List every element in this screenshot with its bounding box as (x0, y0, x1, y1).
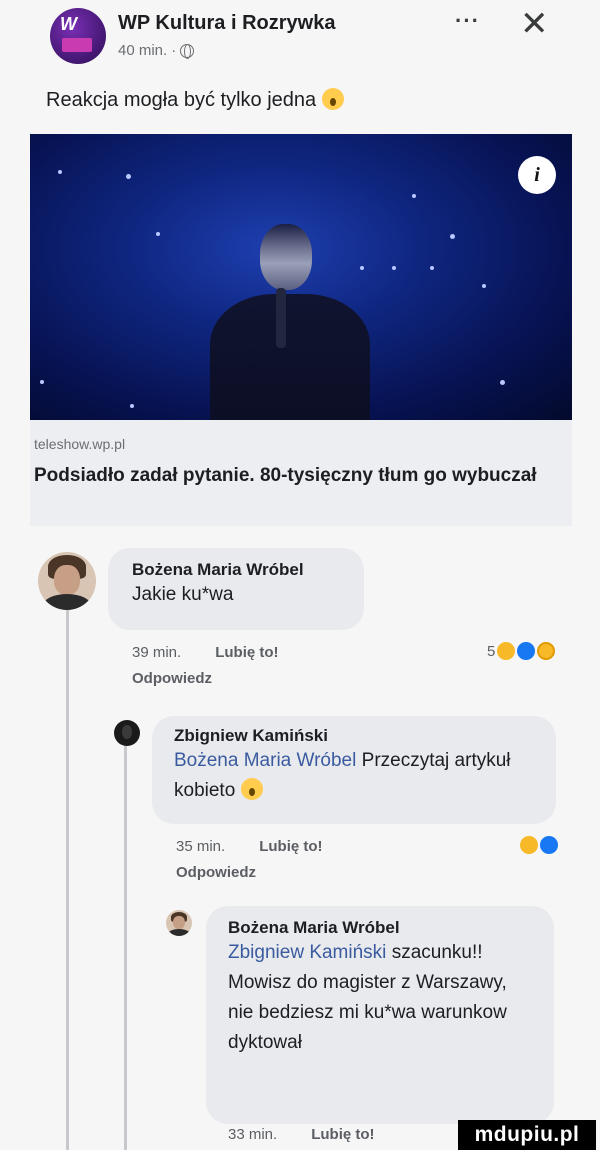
comment-text: Jakie ku*wa (132, 584, 234, 605)
singer-figure (210, 214, 370, 420)
wp-logo-icon: W (60, 14, 77, 34)
comment-author[interactable]: Zbigniew Kamiński (174, 726, 534, 746)
stage-light (40, 380, 44, 384)
comment-author[interactable]: Bożena Maria Wróbel (132, 560, 340, 580)
page-name[interactable]: WP Kultura i Rozrywka (118, 12, 335, 35)
reaction-count: 5 (487, 642, 496, 660)
link-preview-card[interactable]: i teleshow.wp.pl Podsiadło zadał pytanie… (30, 134, 572, 526)
like-button[interactable]: Lubię to! (215, 644, 278, 661)
info-icon[interactable]: i (518, 156, 556, 194)
post-text: Reakcja mogła być tylko jedna (46, 88, 344, 112)
microphone-icon (276, 288, 286, 348)
stage-light (126, 174, 131, 179)
stage-light (500, 380, 505, 385)
reply-button[interactable]: Odpowiedz (132, 670, 212, 687)
comment-bubble: Bożena Maria Wróbel Zbigniew Kamiński sz… (206, 906, 554, 1124)
comment-actions: 33 min. Lubię to! (228, 1126, 375, 1143)
post-header: W WP Kultura i Rozrywka 40 min. · ··· ✕ (0, 0, 600, 80)
stage-light (130, 404, 134, 408)
post-meta: 40 min. · (118, 42, 195, 59)
surprised-emoji-icon (321, 88, 344, 110)
wow-reaction-icon (537, 642, 556, 660)
comment-bubble: Zbigniew Kamiński Bożena Maria Wróbel Pr… (152, 716, 556, 824)
like-button[interactable]: Lubię to! (311, 1126, 374, 1143)
like-reaction-icon (540, 836, 558, 854)
close-icon[interactable]: ✕ (520, 4, 549, 44)
comment-author[interactable]: Bożena Maria Wróbel (228, 918, 532, 938)
link-domain: teleshow.wp.pl (34, 436, 126, 452)
haha-reaction-icon (497, 642, 516, 660)
comment-text: Bożena Maria Wróbel Przeczytaj artykuł k… (174, 750, 511, 801)
like-button[interactable]: Lubię to! (259, 838, 322, 855)
link-title[interactable]: Podsiadło zadał pytanie. 80-tysięczny tł… (34, 460, 554, 491)
reaction-summary[interactable] (520, 836, 558, 854)
more-options-icon[interactable]: ··· (455, 8, 480, 34)
stage-light (392, 266, 396, 270)
stage-light (430, 266, 434, 270)
thread-line (124, 745, 127, 1150)
reaction-summary[interactable]: 5 (487, 642, 556, 660)
comment-time[interactable]: 39 min. (132, 644, 181, 661)
stage-light (450, 234, 455, 239)
stage-light (58, 170, 62, 174)
haha-reaction-icon (520, 836, 538, 854)
link-preview-image[interactable]: i (30, 134, 572, 420)
laughing-emoji-icon (240, 778, 263, 800)
logo-badge-icon (62, 38, 92, 52)
stage-light (412, 194, 416, 198)
avatar[interactable] (114, 720, 140, 746)
page-avatar[interactable]: W (50, 8, 106, 64)
watermark-logo: mdupiu.pl (458, 1120, 596, 1150)
comment-actions: 39 min. Lubię to! (132, 644, 279, 661)
avatar[interactable] (38, 552, 96, 610)
mention-link[interactable]: Zbigniew Kamiński (228, 942, 386, 963)
like-reaction-icon (517, 642, 536, 660)
globe-icon (180, 43, 195, 59)
comment-time[interactable]: 35 min. (176, 838, 225, 855)
comment-actions: 35 min. Lubię to! (176, 838, 323, 855)
mention-link[interactable]: Bożena Maria Wróbel (174, 750, 356, 771)
post-timestamp[interactable]: 40 min. (118, 42, 167, 59)
stage-light (482, 284, 486, 288)
reply-button[interactable]: Odpowiedz (176, 864, 256, 881)
post-modal: W WP Kultura i Rozrywka 40 min. · ··· ✕ … (0, 0, 600, 1150)
thread-line (66, 600, 69, 1150)
stage-light (156, 232, 160, 236)
comment-bubble: Bożena Maria Wróbel Jakie ku*wa (108, 548, 364, 630)
comment-time[interactable]: 33 min. (228, 1126, 277, 1143)
avatar[interactable] (166, 910, 192, 936)
comment-text: Zbigniew Kamiński szacunku!! Mowisz do m… (228, 942, 507, 1053)
